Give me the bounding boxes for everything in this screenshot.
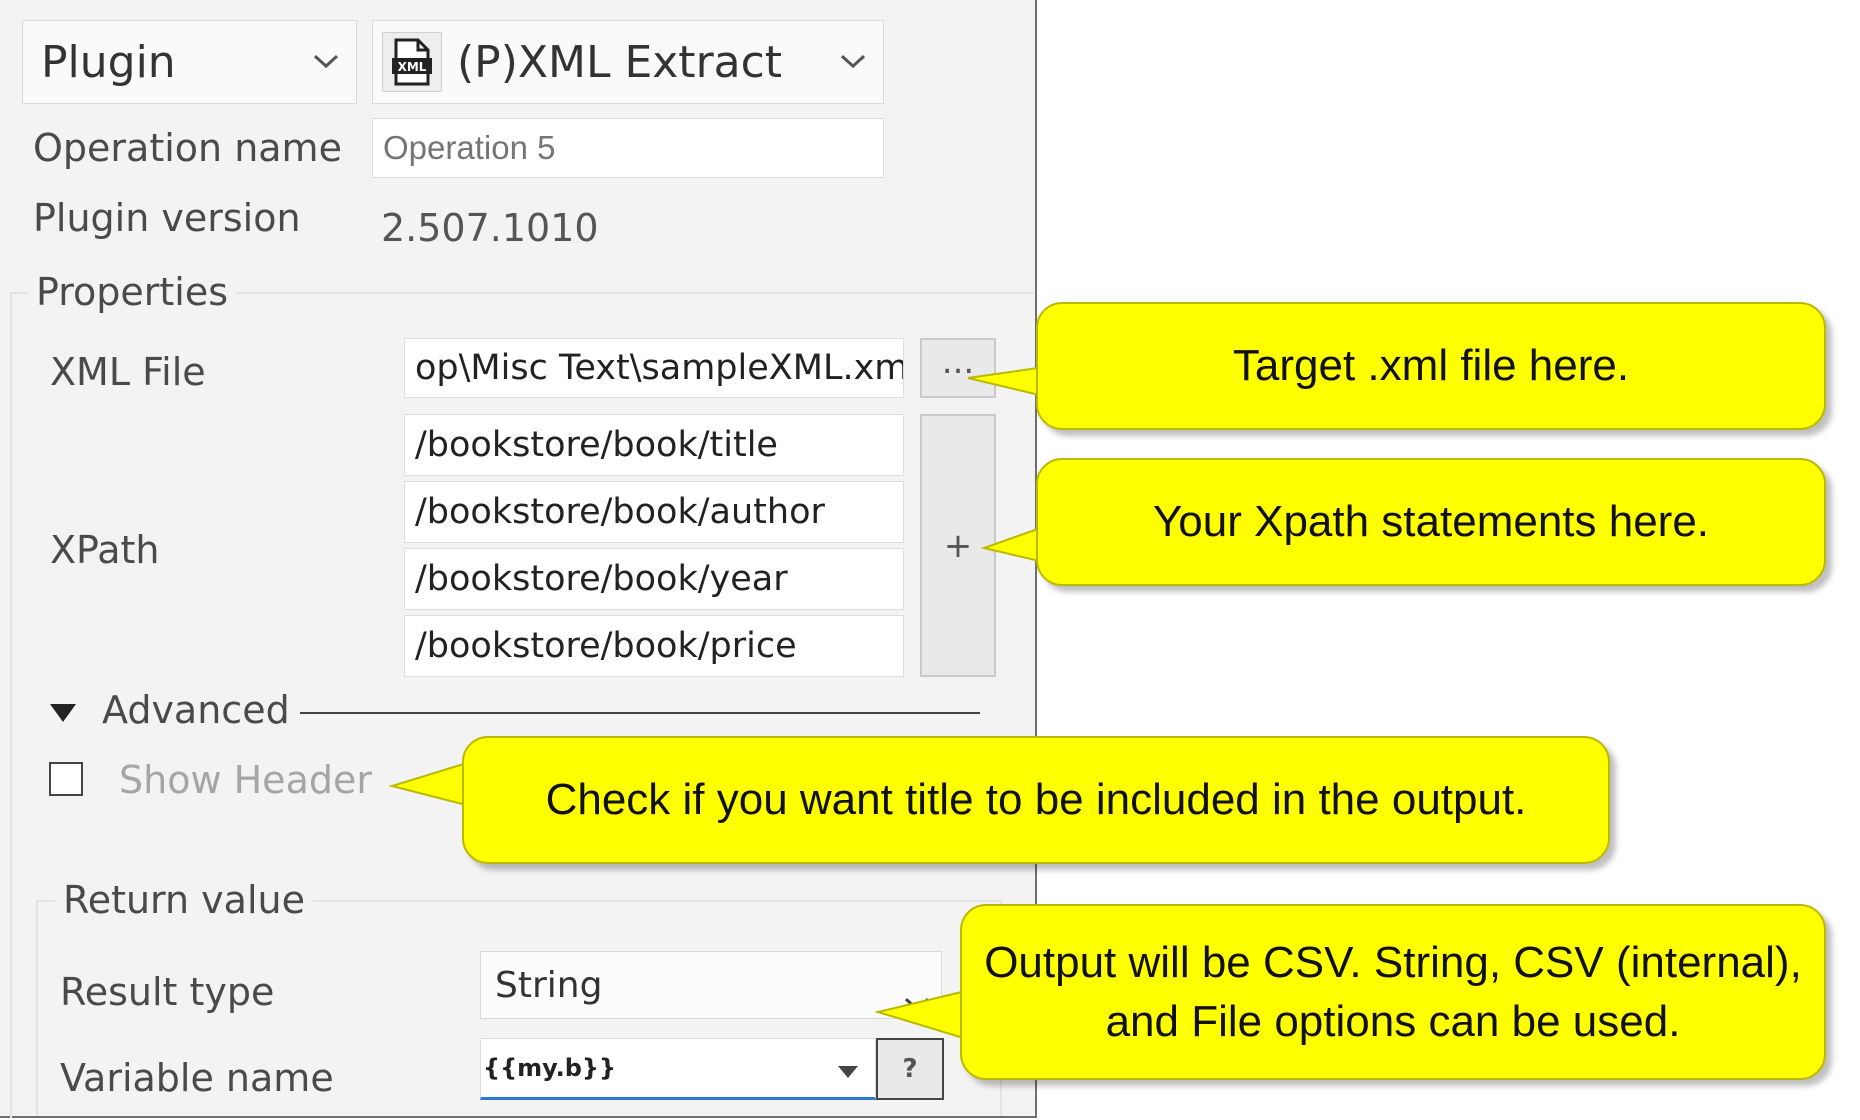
- callout-xml-file: Target .xml file here.: [1036, 302, 1826, 430]
- callout-pointer: [874, 988, 971, 1042]
- callout-text: Target .xml file here.: [1232, 341, 1630, 391]
- callout-xpath: Your Xpath statements here.: [1036, 458, 1826, 586]
- callout-result-type: Output will be CSV. String, CSV (interna…: [960, 904, 1826, 1080]
- callout-show-header: Check if you want title to be included i…: [462, 736, 1610, 864]
- callout-text: Check if you want title to be included i…: [545, 775, 1527, 825]
- callout-text: Your Xpath statements here.: [1152, 497, 1710, 547]
- callout-text: Output will be CSV. String, CSV (interna…: [984, 937, 1802, 1046]
- callout-pointer: [388, 760, 471, 808]
